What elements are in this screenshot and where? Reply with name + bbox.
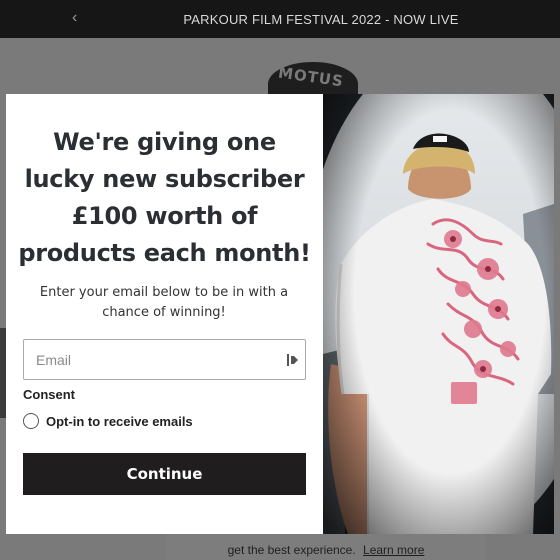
popup-subtext: Enter your email below to be in with a c… [39,285,289,320]
learn-more-link[interactable]: Learn more [363,543,424,557]
consent-label: Consent [23,387,75,402]
tshirt-model-photo [323,94,554,534]
close-icon[interactable] [530,98,550,118]
newsletter-popup: We're giving one lucky new subscriber £1… [6,94,554,534]
email-field-wrapper [23,339,306,380]
password-manager-icon[interactable] [287,353,298,367]
announcement-bar: ‹ PARKOUR FILM FESTIVAL 2022 - NOW LIVE [0,0,560,38]
optin-label: Opt-in to receive emails [46,413,193,429]
popup-form-panel: We're giving one lucky new subscriber £1… [6,94,323,534]
cookie-notice: get the best experience. Learn more [166,534,486,560]
cookie-text: get the best experience. [227,543,356,557]
continue-button[interactable]: Continue [23,453,306,495]
email-input[interactable] [24,340,305,379]
popup-image [323,94,554,534]
optin-radio-icon[interactable] [23,413,39,429]
announcement-text[interactable]: PARKOUR FILM FESTIVAL 2022 - NOW LIVE [0,12,560,27]
optin-checkbox[interactable]: Opt-in to receive emails [23,413,193,429]
site-logo-text: MOTUS [277,63,345,91]
popup-headline: We're giving one lucky new subscriber £1… [18,128,311,267]
page: MOTUS ‹ PARKOUR FILM FESTIVAL 2022 - NOW… [0,0,560,560]
